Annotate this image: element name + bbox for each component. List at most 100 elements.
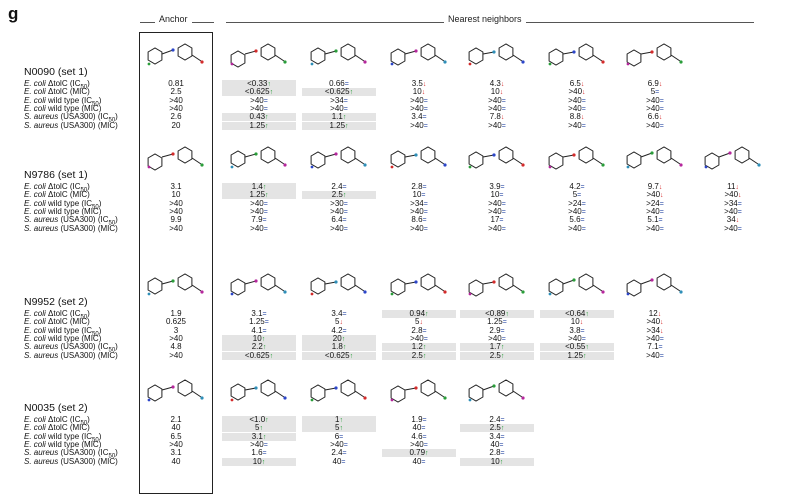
molecule-structure [548,43,605,66]
cell-value: >40 [646,120,660,130]
molecule-structure [230,146,287,169]
trend-up-icon: ↑ [339,425,343,433]
neighbor-value: >40= [222,223,296,233]
trend-eq-icon: = [659,97,664,105]
trend-eq-icon: = [501,122,506,130]
trend-down-icon: ↓ [738,192,742,200]
trend-eq-icon: = [263,441,268,449]
molecule-structure [390,146,447,169]
molecule-structure [468,43,525,66]
trend-eq-icon: = [342,311,347,318]
cell-value: 1.25 [329,120,346,130]
molecule-structure [548,273,605,296]
trend-eq-icon: = [263,200,268,208]
trend-eq-icon: = [659,352,664,360]
cell-value: 20 [171,120,181,130]
molecule-structure [468,146,525,169]
trend-down-icon: ↓ [658,81,663,88]
trend-eq-icon: = [501,335,506,343]
neighbor-value: >40= [460,120,534,130]
cell-value: 2.5 [489,350,501,360]
neighbor-value: 1.25↑ [222,120,296,130]
trend-eq-icon: = [422,184,427,191]
trend-eq-icon: = [581,200,586,208]
trend-eq-icon: = [422,417,427,424]
cell-value: >40 [169,350,183,360]
trend-eq-icon: = [737,225,742,233]
molecule-structure [704,146,761,170]
trend-up-icon: ↑ [425,450,429,458]
trend-eq-icon: = [263,208,268,216]
trend-eq-icon: = [500,184,505,191]
cell-value: 1.25 [567,350,584,360]
compound-name: N0090 (set 1) [24,66,88,78]
trend-eq-icon: = [659,200,664,208]
cell-value: >40 [724,223,738,233]
neighbor-value: >40= [460,223,534,233]
cell-value: >40 [488,120,502,130]
molecule-structure [390,43,447,66]
trend-up-icon: ↑ [269,352,274,360]
trend-eq-icon: = [737,208,742,216]
molecule-structure [147,43,204,66]
trend-eq-icon: = [502,319,507,327]
trend-eq-icon: = [263,225,268,233]
trend-eq-icon: = [423,97,428,105]
trend-eq-icon: = [659,225,664,233]
molecule-structure [230,273,287,296]
neighbor-value: >40= [302,224,376,233]
cell-value: 2.5 [411,350,423,360]
cell-value: <0.625 [244,350,270,360]
compound-name: N9952 (set 2) [24,296,88,308]
neighbor-value: >40= [618,224,692,233]
molecule-structure [626,43,683,67]
trend-up-icon: ↑ [269,89,274,97]
anchor-value: 40 [139,457,213,466]
trend-up-icon: ↑ [422,344,427,352]
trend-up-icon: ↑ [500,344,505,352]
molecule-structure [468,379,525,402]
trend-up-icon: ↑ [500,425,505,433]
trend-up-icon: ↑ [265,192,269,200]
trend-eq-icon: = [264,319,269,327]
cell-value: 10 [490,456,500,466]
neighbor-value: >40= [618,120,692,130]
cell-value: >40 [410,223,424,233]
trend-up-icon: ↑ [265,122,269,130]
molecule-structure [310,43,367,66]
trend-eq-icon: = [341,458,346,466]
trend-eq-icon: = [262,450,267,458]
cell-value: >40 [488,223,502,233]
trend-down-icon: ↓ [422,81,427,88]
trend-eq-icon: = [423,335,428,343]
trend-eq-icon: = [343,441,348,449]
neighbor-value: >40= [382,223,456,233]
cell-value: <0.625 [324,350,350,360]
trend-up-icon: ↑ [499,458,504,466]
trend-eq-icon: = [659,335,664,343]
cell-value: 1.25 [249,120,266,130]
neighbor-value: 40= [382,457,456,466]
neighbor-value: 40= [302,457,376,466]
trend-down-icon: ↓ [582,89,586,97]
trend-eq-icon: = [263,97,268,105]
neighbor-value: >40= [540,224,614,233]
cell-value: >40 [568,120,582,130]
molecule-structure [230,379,287,402]
trend-up-icon: ↑ [585,344,589,352]
trend-down-icon: ↓ [500,81,505,88]
compound-name: N9786 (set 1) [24,169,88,181]
trend-up-icon: ↑ [585,311,589,318]
compound-name: N0035 (set 2) [24,402,88,414]
neighbor-value: >40= [540,120,614,130]
cell-value: >40 [250,223,264,233]
neighbor-value: 1.25↑ [302,120,376,130]
molecule-structure [548,146,605,170]
trend-eq-icon: = [262,327,267,335]
neighbor-value: <0.625↑ [222,350,296,360]
molecule-structure [147,273,204,296]
trend-eq-icon: = [581,97,586,105]
trend-eq-icon: = [343,225,348,233]
row-label: S. aureus (USA300) (MIC) [24,350,118,360]
molecule-structure [310,273,367,296]
